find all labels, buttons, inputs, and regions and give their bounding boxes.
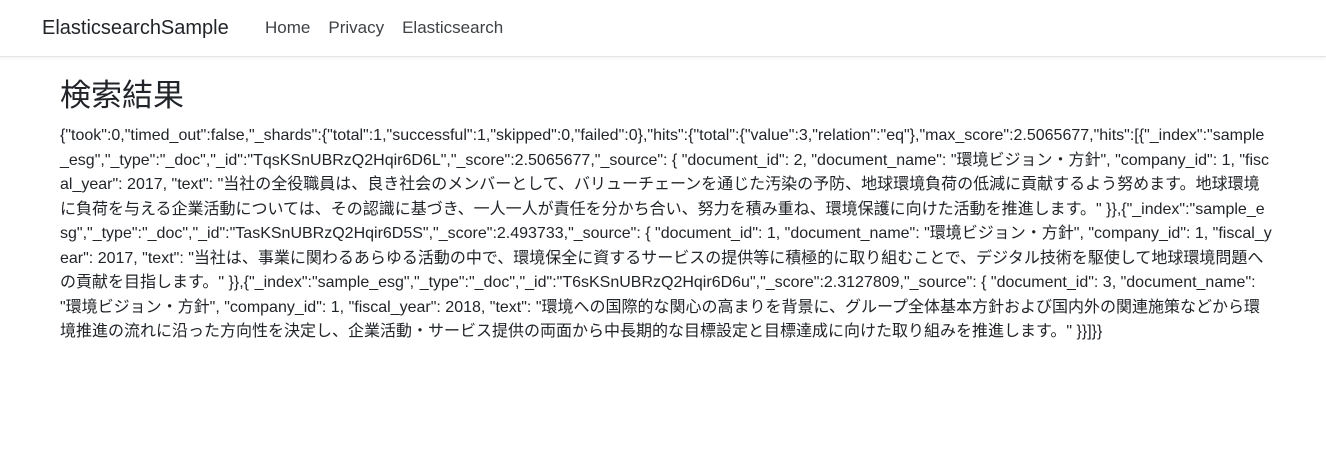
page-title: 検索結果 [60, 78, 184, 113]
nav-link-home[interactable]: Home [265, 17, 310, 39]
nav-link-privacy[interactable]: Privacy [328, 17, 384, 39]
main-content: 検索結果 {"took":0,"timed_out":false,"_shard… [60, 76, 1272, 345]
top-navbar: ElasticsearchSample Home Privacy Elastic… [0, 0, 1326, 57]
nav-link-elasticsearch[interactable]: Elasticsearch [402, 17, 503, 39]
nav-links: Home Privacy Elasticsearch [265, 17, 521, 39]
search-result-json: {"took":0,"timed_out":false,"_shards":{"… [60, 127, 1272, 340]
brand-link[interactable]: ElasticsearchSample [42, 15, 229, 41]
